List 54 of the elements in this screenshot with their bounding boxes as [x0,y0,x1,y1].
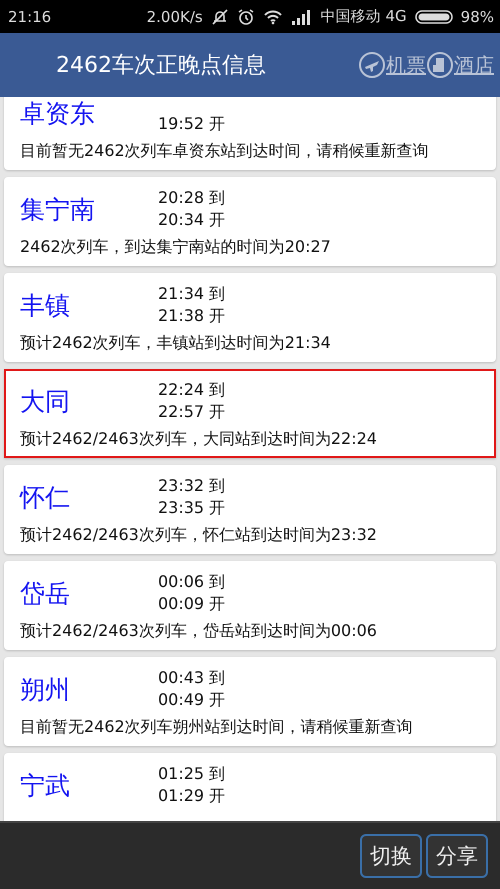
station-name: 宁武 [20,770,71,802]
arrival-message: 预计2462/2463次列车，岱岳站到达时间为00:06 [20,620,378,642]
departure-time: 21:38 开 [158,305,226,327]
network-speed: 2.00K/s [146,8,203,26]
arrival-time: 22:24 到 [158,379,226,401]
header-link[interactable]: 机票 [386,52,426,78]
arrival-time: 01:25 到 [158,763,226,785]
station-name: 大同 [20,386,71,418]
alarm-icon [236,8,255,26]
station-card[interactable]: 卓资东 19:52 开 目前暂无2462次列车卓资东站到达时间，请稍候重新查询 [4,97,496,170]
station-card[interactable]: 岱岳 00:06 到 00:09 开 预计2462/2463次列车，岱岳站到达时间为00:06 [4,561,496,650]
arrival-message: 预计2462/2463次列车，大同站到达时间为22:24 [20,428,378,450]
status-time: 21:16 [8,8,52,26]
departure-time: 00:49 开 [158,689,226,711]
arrival-time: 00:06 到 [158,571,226,593]
header-link[interactable]: 酒店 [454,52,494,78]
battery-icon [414,10,453,24]
arrival-message: 预计2462次列车，丰镇站到达时间为21:34 [20,332,332,354]
arrival-time: 23:32 到 [158,475,226,497]
station-name: 丰镇 [20,290,71,322]
station-name: 卓资东 [20,98,96,130]
station-card[interactable]: 怀仁 23:32 到 23:35 开 预计2462/2463次列车，怀仁站到达时间为23:32 [4,465,496,554]
station-name: 集宁南 [20,194,96,226]
arrival-message: 2462次列车，到达集宁南站的时间为20:27 [20,236,332,258]
arrival-time: 20:28 到 [158,187,226,209]
departure-time: 00:09 开 [158,593,226,615]
arrival-time: 00:43 到 [158,667,226,689]
departure-time: 22:57 开 [158,401,226,423]
wifi-icon [262,8,283,24]
departure-time: 01:29 开 [158,785,226,807]
muted-bell-icon [210,8,229,26]
station-name: 怀仁 [20,482,71,514]
departure-time: 23:35 开 [158,497,226,519]
arrival-message: 目前暂无2462次列车朔州站到达时间，请稍候重新查询 [20,716,414,738]
arrival-message: 目前暂无2462次列车卓资东站到达时间，请稍候重新查询 [20,140,430,162]
station-card[interactable]: 丰镇 21:34 到 21:38 开 预计2462次列车，丰镇站到达时间为21:34 [4,273,496,362]
arrival-time: 21:34 到 [158,283,226,305]
station-name: 朔州 [20,674,71,706]
station-card[interactable]: 集宁南 20:28 到 20:34 开 2462次列车，到达集宁南站的时间为20:27 [4,177,496,266]
station-name: 岱岳 [20,578,71,610]
battery-percent: 98% [460,8,494,26]
station-card[interactable]: 大同 22:24 到 22:57 开 预计2462/2463次列车，大同站到达时间为22:24 [4,369,496,458]
departure-time: 19:52 开 [158,113,226,135]
bottom-button[interactable]: 分享 [426,834,488,878]
signal-icon [290,8,313,24]
arrival-message: 预计2462/2463次列车，怀仁站到达时间为23:32 [20,524,378,546]
carrier-label: 中国移动 4G [320,7,407,26]
station-card[interactable]: 朔州 00:43 到 00:49 开 目前暂无2462次列车朔州站到达时间，请稍候重新查询 [4,657,496,746]
page-title: 2462车次正晚点信息 [56,52,267,80]
departure-time: 20:34 开 [158,209,226,231]
building-icon [426,51,454,79]
airplane-icon [358,51,386,79]
bottom-button[interactable]: 切换 [360,834,422,878]
station-card[interactable]: 宁武 01:25 到 01:29 开 [4,753,496,821]
